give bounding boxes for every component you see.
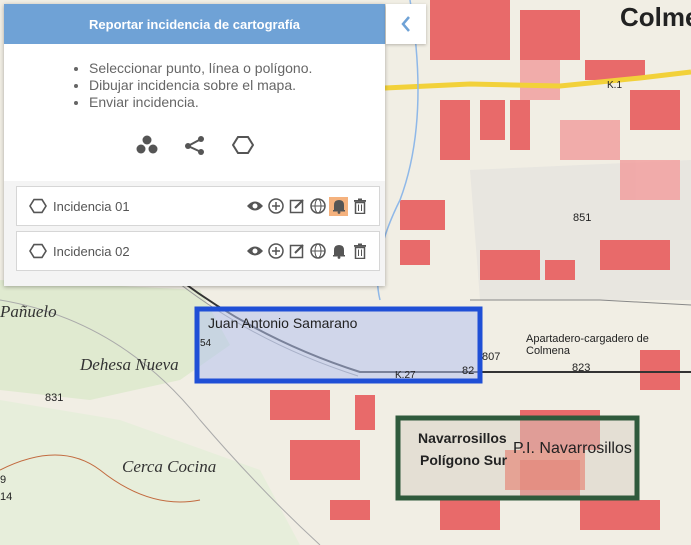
map-label-n831: 831 (45, 392, 64, 404)
map-label-n82: 82 (462, 365, 475, 377)
incident-row[interactable]: Incidencia 01 (16, 186, 380, 226)
globe-icon[interactable] (308, 197, 327, 216)
eye-icon[interactable] (245, 197, 264, 216)
chevron-left-icon (401, 16, 410, 32)
map-label-n54: 54 (200, 338, 212, 349)
map-label-juan: Juan Antonio Samarano (208, 315, 358, 331)
map-label-dehesa: Dehesa Nueva (80, 355, 179, 374)
polygon-icon (29, 242, 47, 260)
eye-icon[interactable] (245, 242, 264, 261)
trash-icon[interactable] (350, 197, 369, 216)
map-label-navarrosillos: Navarrosillos (418, 430, 507, 446)
instructions-list: Seleccionar punto, línea o polígono. Dib… (4, 44, 385, 111)
panel-body: Seleccionar punto, línea o polígono. Dib… (4, 44, 385, 181)
map-label-n14: 14 (0, 491, 13, 503)
map-label-apartadero: Apartadero-cargadero de Colmena (526, 333, 649, 357)
map-label-k27: K.27 (395, 370, 416, 381)
map-label-panuelo: Pañuelo (0, 302, 57, 321)
map-label-cerca: Cerca Cocina (122, 457, 217, 476)
bell-icon[interactable] (329, 242, 348, 261)
instruction-item: Seleccionar punto, línea o polígono. (89, 60, 385, 77)
incident-report-panel: Reportar incidencia de cartografía Selec… (4, 4, 385, 286)
map-label-town: Colme (620, 2, 691, 32)
trash-icon[interactable] (350, 242, 369, 261)
line-icon[interactable] (183, 133, 207, 157)
bell-icon[interactable] (329, 196, 348, 216)
polygon-icon[interactable] (231, 133, 255, 157)
map-label-k1: K.1 (607, 80, 623, 91)
panel-title: Reportar incidencia de cartografía (4, 4, 385, 44)
incident-row[interactable]: Incidencia 02 (16, 231, 380, 271)
points-icon[interactable] (135, 133, 159, 157)
globe-icon[interactable] (308, 242, 327, 261)
map-label-poligono: Polígono Sur (420, 452, 508, 468)
incident-label: Incidencia 01 (53, 198, 130, 214)
draw-tools (4, 133, 385, 157)
edit-icon[interactable] (287, 197, 306, 216)
map-label-n9: 9 (0, 474, 7, 486)
incident-label: Incidencia 02 (53, 243, 130, 259)
polygon-icon (29, 197, 47, 215)
edit-icon[interactable] (287, 242, 306, 261)
zoom-in-icon[interactable] (266, 197, 285, 216)
map-label-n851: 851 (573, 212, 592, 224)
zoom-in-icon[interactable] (266, 242, 285, 261)
map-label-n823: 823 (572, 362, 591, 374)
instruction-item: Enviar incidencia. (89, 94, 385, 111)
collapse-panel-button[interactable] (386, 4, 426, 44)
incident-actions (245, 242, 369, 261)
map-label-pi: P.I. Navarrosillos (513, 440, 632, 457)
instruction-item: Dibujar incidencia sobre el mapa. (89, 77, 385, 94)
incident-actions (245, 196, 369, 216)
map-label-n807: 807 (482, 351, 501, 363)
